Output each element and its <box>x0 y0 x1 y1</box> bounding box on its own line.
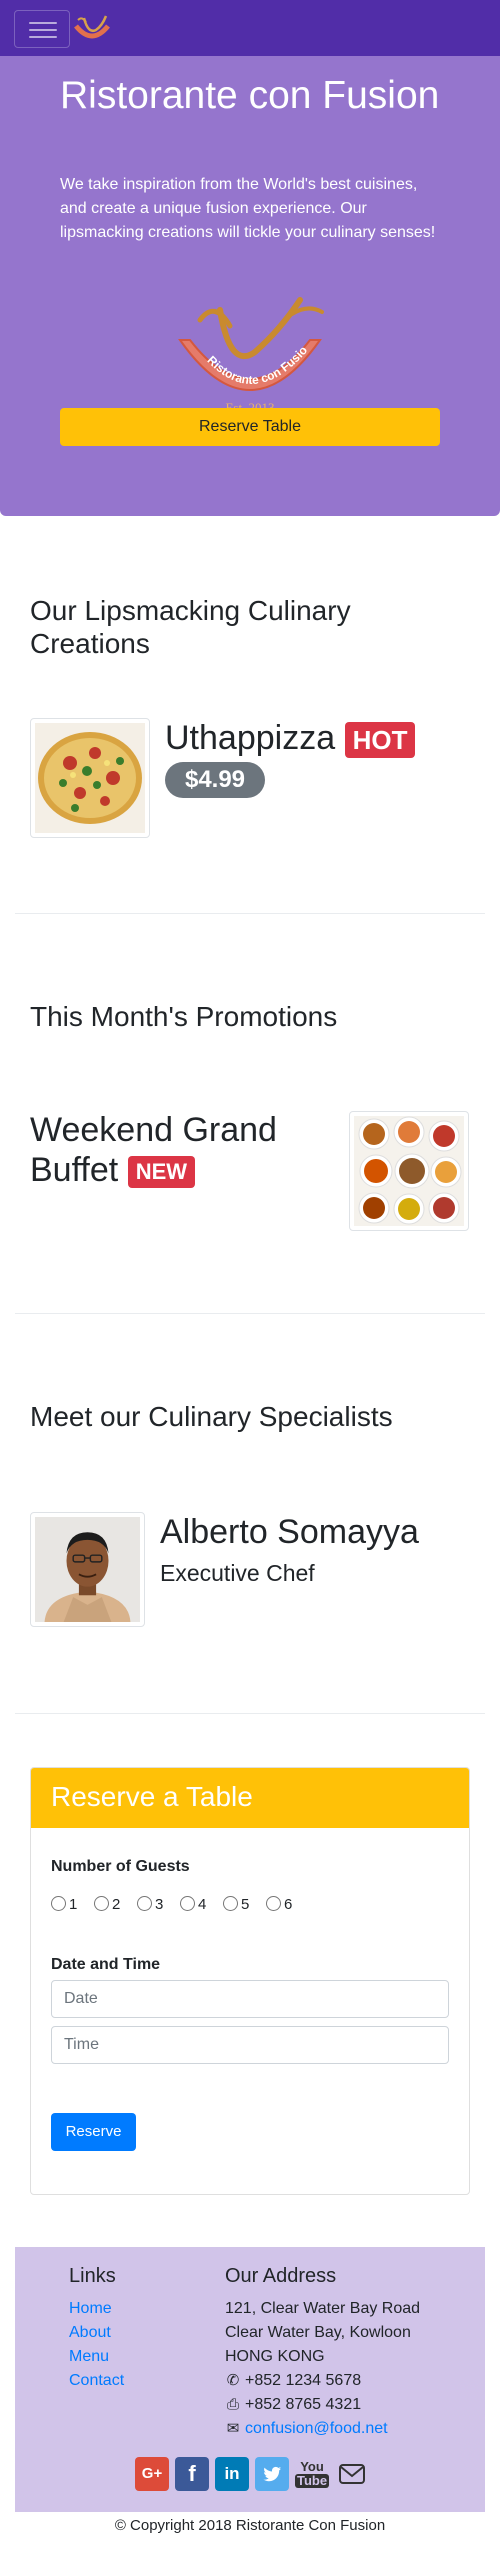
radio-circle[interactable] <box>223 1896 238 1911</box>
datetime-label: Date and Time <box>51 1956 161 1973</box>
radio-circle[interactable] <box>266 1896 281 1911</box>
footer: Links Home About Menu Contact Our Addres… <box>15 2247 485 2512</box>
youtube-icon[interactable]: You Tube <box>295 2457 330 2491</box>
hot-badge: HOT <box>344 722 416 759</box>
uthappizza-image <box>30 718 150 838</box>
guest-option-4[interactable]: 4 <box>180 1896 206 1914</box>
guests-label: Number of Guests <box>51 1858 190 1875</box>
footer-link-home[interactable]: Home <box>69 2297 112 2321</box>
linkedin-icon[interactable]: in <box>215 2457 249 2491</box>
address-line: Clear Water Bay, Kowloon <box>225 2324 411 2341</box>
footer-link-about[interactable]: About <box>69 2321 111 2345</box>
email-link[interactable]: confusion@food.net <box>245 2420 388 2437</box>
envelope-icon: ✉ <box>226 2420 240 2437</box>
reserve-submit-button[interactable]: Reserve <box>51 2113 136 2151</box>
brand-logo[interactable] <box>72 12 112 44</box>
links-heading: Links <box>69 2265 116 2287</box>
radio-circle[interactable] <box>180 1896 195 1911</box>
guest-option-6[interactable]: 6 <box>266 1896 292 1914</box>
guest-option-3[interactable]: 3 <box>137 1896 163 1914</box>
reservation-card: Reserve a Table Number of Guests 1 2 3 4… <box>30 1767 470 2195</box>
phone-icon: ✆ <box>226 2372 240 2389</box>
address-line: 121, Clear Water Bay Road <box>225 2300 421 2317</box>
creations-heading: Our Lipsmacking Culinary Creations <box>30 595 351 659</box>
reservation-title: Reserve a Table <box>51 1781 253 1812</box>
divider <box>15 913 485 914</box>
dish-name: Uthappizza <box>165 719 336 757</box>
footer-link-contact[interactable]: Contact <box>69 2369 124 2393</box>
radio-circle[interactable] <box>51 1896 66 1911</box>
guest-option-2[interactable]: 2 <box>94 1896 120 1914</box>
date-input[interactable] <box>51 1980 449 2018</box>
navbar <box>0 0 500 56</box>
mail-icon[interactable] <box>335 2457 369 2491</box>
twitter-icon[interactable] <box>255 2457 289 2491</box>
svg-text:Ristorante con Fusion: Ristorante con Fusion <box>160 290 310 387</box>
hero-description: We take inspiration from the World's bes… <box>60 176 436 241</box>
restaurant-logo: Ristorante con Fusion Est. 2013 <box>160 290 324 415</box>
hero-title: Ristorante con Fusion <box>60 74 440 117</box>
price-badge: $4.99 <box>165 762 265 798</box>
dish-title: Uthappizza HOT <box>165 718 416 759</box>
guest-option-1[interactable]: 1 <box>51 1896 77 1914</box>
hero-jumbotron: Ristorante con Fusion We take inspiratio… <box>0 56 500 516</box>
radio-circle[interactable] <box>137 1896 152 1911</box>
chef-photo <box>30 1512 145 1627</box>
address-line: HONG KONG <box>225 2348 325 2365</box>
new-badge: NEW <box>127 1156 196 1189</box>
copyright: © Copyright 2018 Ristorante Con Fusion <box>114 2517 386 2534</box>
facebook-icon[interactable]: f <box>175 2457 209 2491</box>
radio-circle[interactable] <box>94 1896 109 1911</box>
promotion-title: Weekend Grand Buffet NEW <box>30 1110 310 1190</box>
footer-link-menu[interactable]: Menu <box>69 2345 109 2369</box>
address-heading: Our Address <box>225 2265 337 2287</box>
hamburger-menu-icon[interactable] <box>14 10 70 48</box>
divider <box>15 1713 485 1714</box>
reservation-card-header: Reserve a Table <box>31 1768 469 1828</box>
email-line: ✉ confusion@food.net <box>225 2417 388 2441</box>
specialists-heading: Meet our Culinary Specialists <box>30 1401 393 1432</box>
logo-ribbon-text: Ristorante con Fusion <box>160 290 310 387</box>
reserve-table-button[interactable]: Reserve Table <box>60 408 440 446</box>
chef-name: Alberto Somayya <box>160 1513 419 1551</box>
google-plus-icon[interactable]: G+ <box>135 2457 169 2491</box>
time-input[interactable] <box>51 2026 449 2064</box>
chef-role: Executive Chef <box>160 1560 315 1586</box>
buffet-image <box>349 1111 469 1231</box>
divider <box>15 1313 485 1314</box>
guest-option-5[interactable]: 5 <box>223 1896 249 1914</box>
fax-icon: ⎙ <box>226 2396 239 2413</box>
phone-line: ✆ +852 1234 5678 <box>225 2369 361 2393</box>
promotions-heading: This Month's Promotions <box>30 1001 338 1032</box>
fax-line: ⎙ +852 8765 4321 <box>225 2393 361 2417</box>
